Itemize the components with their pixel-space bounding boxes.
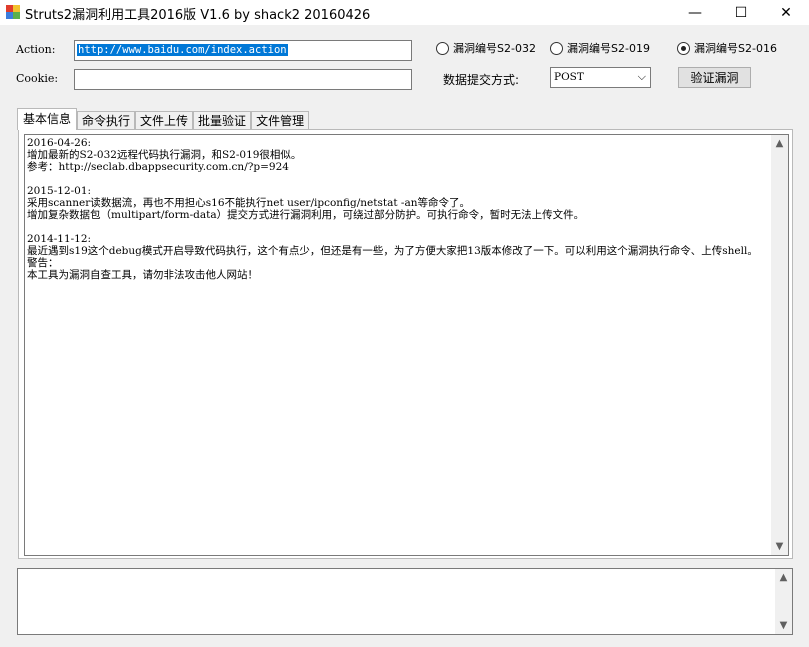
tab-file-manager[interactable]: 文件管理: [251, 111, 310, 130]
maximize-button[interactable]: ☐: [718, 0, 764, 25]
radio-s2-016-label: 漏洞编号S2-016: [694, 42, 777, 55]
method-select[interactable]: POST ⌵: [550, 67, 651, 88]
tab-basic-info[interactable]: 基本信息: [17, 108, 78, 130]
radio-s2-019[interactable]: 漏洞编号S2-019: [550, 40, 650, 56]
radio-s2-016[interactable]: 漏洞编号S2-016: [677, 40, 777, 56]
output-scrollbar[interactable]: ▲ ▼: [775, 569, 792, 634]
tab-strip: 基本信息 命令执行 文件上传 批量验证 文件管理: [17, 108, 310, 130]
minimize-button[interactable]: —: [672, 0, 718, 25]
radio-s2-019-label: 漏洞编号S2-019: [567, 42, 650, 55]
output-textarea[interactable]: ▲ ▼: [17, 568, 793, 635]
info-text: 2016-04-26: 增加最新的S2-032远程代码执行漏洞，和S2-019很…: [27, 137, 769, 281]
scroll-down-icon[interactable]: ▼: [775, 617, 792, 634]
info-line: [27, 221, 769, 233]
action-label: Action:: [16, 43, 56, 56]
scroll-up-icon[interactable]: ▲: [771, 135, 788, 152]
info-line: 参考：http://seclab.dbappsecurity.com.cn/?p…: [27, 161, 289, 173]
action-url-value: http://www.baidu.com/index.action: [77, 44, 288, 56]
tab-panel-basic-info: 2016-04-26: 增加最新的S2-032远程代码执行漏洞，和S2-019很…: [18, 129, 793, 559]
tab-command-exec[interactable]: 命令执行: [77, 111, 136, 130]
main-window-body: Action: http://www.baidu.com/index.actio…: [0, 25, 809, 647]
radio-s2-032-indicator[interactable]: [436, 41, 449, 55]
radio-s2-019-indicator[interactable]: [550, 41, 563, 55]
radio-s2-032[interactable]: 漏洞编号S2-032: [436, 40, 536, 56]
verify-vuln-button[interactable]: 验证漏洞: [678, 67, 751, 88]
chevron-down-icon: ⌵: [637, 70, 646, 83]
radio-s2-016-indicator[interactable]: [677, 41, 690, 55]
scroll-down-icon[interactable]: ▼: [771, 538, 788, 555]
cookie-input[interactable]: [74, 69, 412, 90]
info-line: 2016-04-26:: [27, 137, 92, 149]
method-label: 数据提交方式:: [443, 73, 520, 87]
radio-s2-032-label: 漏洞编号S2-032: [453, 42, 536, 55]
info-line: 警告：: [27, 257, 59, 269]
close-button[interactable]: ✕: [763, 0, 809, 25]
info-line: 2015-12-01:: [27, 185, 92, 197]
info-line: 本工具为漏洞自查工具，请勿非法攻击他人网站！: [27, 269, 258, 281]
scroll-up-icon[interactable]: ▲: [775, 569, 792, 586]
info-textarea[interactable]: 2016-04-26: 增加最新的S2-032远程代码执行漏洞，和S2-019很…: [24, 134, 789, 556]
info-scrollbar[interactable]: ▲ ▼: [771, 135, 788, 555]
cookie-label: Cookie:: [16, 72, 59, 85]
info-line: 增加最新的S2-032远程代码执行漏洞，和S2-019很相似。: [27, 149, 302, 161]
title-bar: Struts2漏洞利用工具2016版 V1.6 by shack2 201604…: [0, 0, 809, 25]
tab-file-upload[interactable]: 文件上传: [135, 111, 194, 130]
app-icon: [6, 5, 20, 19]
info-line: 增加复杂数据包（multipart/form-data）提交方式进行漏洞利用，可…: [27, 209, 585, 221]
method-select-value: POST: [554, 71, 584, 83]
info-line: [27, 173, 769, 185]
tab-batch-verify[interactable]: 批量验证: [193, 111, 252, 130]
info-line: 采用scanner读数据流，再也不用担心s16不能执行net user/ipco…: [27, 197, 470, 209]
window-title: Struts2漏洞利用工具2016版 V1.6 by shack2 201604…: [25, 8, 371, 23]
action-url-input[interactable]: http://www.baidu.com/index.action: [74, 40, 412, 61]
info-line: 2014-11-12:: [27, 233, 92, 245]
info-line: 最近遇到s19这个debug模式开启导致代码执行，这个有点少，但还是有一些，为了…: [27, 245, 758, 257]
